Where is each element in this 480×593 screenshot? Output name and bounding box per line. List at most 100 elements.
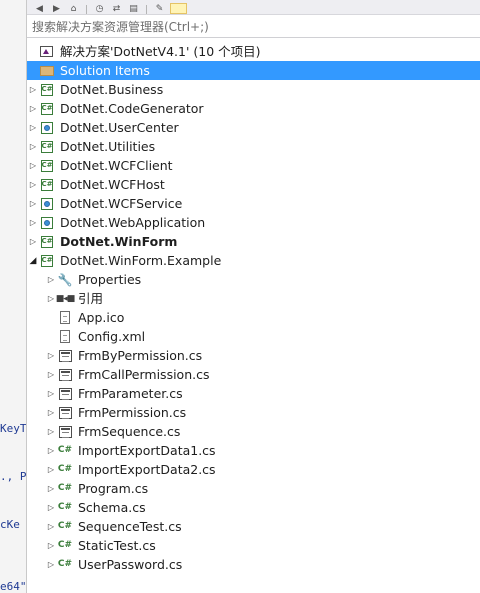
back-icon[interactable]: ◀ <box>33 4 46 14</box>
tree-item[interactable]: ◢ C# DotNet.WinForm.Example <box>27 251 480 270</box>
collapse-all-icon[interactable]: ▤ <box>127 4 140 14</box>
form-icon <box>57 424 73 440</box>
references-icon: ■◂■ <box>56 291 76 307</box>
expand-arrow-icon[interactable]: ▷ <box>45 517 57 536</box>
csharp-project-icon: C# <box>39 139 55 155</box>
forward-icon[interactable]: ▶ <box>50 4 63 14</box>
tree-item[interactable]: ▷ DotNet.WebApplication <box>27 213 480 232</box>
tree-item-label: FrmParameter.cs <box>78 386 183 401</box>
web-project-icon-glyph <box>41 216 53 229</box>
tree-item[interactable]: ▷ FrmByPermission.cs <box>27 346 480 365</box>
tree-item-label: DotNet.UserCenter <box>60 120 179 135</box>
expand-arrow-icon[interactable]: ▷ <box>45 346 57 365</box>
history-icon[interactable]: ◷ <box>93 4 106 14</box>
tree-item-label: DotNet.WebApplication <box>60 215 206 230</box>
expand-arrow-icon[interactable]: ▷ <box>27 175 39 194</box>
tree-item[interactable]: ▷ C# Schema.cs <box>27 498 480 517</box>
tree-item[interactable]: App.ico <box>27 308 480 327</box>
wrench-icon: 🔧 <box>57 272 73 288</box>
expand-arrow-icon[interactable]: ▷ <box>45 479 57 498</box>
preview-toggle-icon[interactable] <box>170 3 187 14</box>
tree-item[interactable]: Config.xml <box>27 327 480 346</box>
expand-arrow-icon[interactable]: ▷ <box>27 99 39 118</box>
expand-arrow-icon[interactable]: ▷ <box>45 460 57 479</box>
expand-arrow-icon[interactable]: ▷ <box>45 422 57 441</box>
solution-root[interactable]: 解决方案'DotNetV4.1' (10 个项目) <box>27 42 480 61</box>
expand-arrow-icon[interactable]: ▷ <box>27 137 39 156</box>
tree-item[interactable]: ▷ C# DotNet.WinForm <box>27 232 480 251</box>
expand-arrow-icon[interactable]: ▷ <box>45 384 57 403</box>
folder-icon <box>39 63 55 79</box>
form-icon-glyph <box>58 349 72 362</box>
collapse-arrow-icon[interactable]: ◢ <box>27 251 39 270</box>
tree-item-label: DotNet.CodeGenerator <box>60 101 204 116</box>
expand-arrow-icon[interactable]: ▷ <box>27 118 39 137</box>
home-icon[interactable]: ⌂ <box>67 4 80 14</box>
tree-item-label: Properties <box>78 272 142 287</box>
code-fragment: KeyT <box>0 422 27 435</box>
csharp-project-icon: C# <box>39 82 55 98</box>
tree-item-label: DotNet.WCFService <box>60 196 183 211</box>
tree-item[interactable]: ▷ C# DotNet.WCFHost <box>27 175 480 194</box>
expand-arrow-icon[interactable]: ▷ <box>45 270 57 289</box>
tree-item[interactable]: ▷ FrmPermission.cs <box>27 403 480 422</box>
solution-explorer-toolbar: ◀ ▶ ⌂ ◷ ⇄ ▤ ✎ <box>27 0 480 15</box>
tree-item-label: 引用 <box>78 291 104 306</box>
expand-arrow-icon[interactable]: ▷ <box>45 555 57 574</box>
csharp-file-icon-glyph: C# <box>57 483 73 493</box>
tree-item[interactable]: ▷ DotNet.UserCenter <box>27 118 480 137</box>
csharp-project-icon-glyph: C# <box>41 235 53 248</box>
tree-item[interactable]: ▷ C# DotNet.WCFClient <box>27 156 480 175</box>
tree-item[interactable]: ▷ C# SequenceTest.cs <box>27 517 480 536</box>
csharp-project-icon-glyph: C# <box>41 140 53 153</box>
tree-item-label: FrmCallPermission.cs <box>78 367 210 382</box>
form-icon <box>57 348 73 364</box>
tree-item[interactable]: ▷ C# DotNet.Utilities <box>27 137 480 156</box>
csharp-project-icon: C# <box>39 158 55 174</box>
tree-item[interactable]: ▷ C# DotNet.CodeGenerator <box>27 99 480 118</box>
form-icon-glyph <box>58 368 72 381</box>
tree-item-label: FrmByPermission.cs <box>78 348 203 363</box>
tree-item[interactable]: Solution Items <box>27 61 480 80</box>
tree-item[interactable]: ▷ C# Program.cs <box>27 479 480 498</box>
search-input[interactable]: 搜索解决方案资源管理器(Ctrl+;) <box>27 15 480 38</box>
csharp-file-icon: C# <box>57 481 73 497</box>
expand-arrow-icon[interactable]: ▷ <box>45 403 57 422</box>
tree-item-label: Schema.cs <box>78 500 146 515</box>
csharp-file-icon-glyph: C# <box>57 445 73 455</box>
tree-item[interactable]: ▷ C# UserPassword.cs <box>27 555 480 574</box>
expand-arrow-icon[interactable]: ▷ <box>45 498 57 517</box>
web-project-icon <box>39 196 55 212</box>
tree-item-label: DotNet.WCFHost <box>60 177 165 192</box>
tree-item[interactable]: ▷ FrmParameter.cs <box>27 384 480 403</box>
wrench-icon-glyph: 🔧 <box>57 272 73 287</box>
tree-item[interactable]: ▷ ■◂■ 引用 <box>27 289 480 308</box>
expand-arrow-icon[interactable]: ▷ <box>27 156 39 175</box>
tree-item[interactable]: ▷ C# ImportExportData2.cs <box>27 460 480 479</box>
tree-item[interactable]: ▷ C# StaticTest.cs <box>27 536 480 555</box>
expand-arrow-icon[interactable]: ▷ <box>27 80 39 99</box>
tree-rows: Solution Items ▷ C# DotNet.Business ▷ C# DotNe… <box>27 61 480 574</box>
tree-item[interactable]: ▷ 🔧 Properties <box>27 270 480 289</box>
tree-item[interactable]: ▷ FrmSequence.cs <box>27 422 480 441</box>
expand-arrow-icon[interactable]: ▷ <box>27 232 39 251</box>
csharp-file-icon-glyph: C# <box>57 521 73 531</box>
tree-item-label: DotNet.WCFClient <box>60 158 173 173</box>
expand-arrow-icon[interactable]: ▷ <box>45 536 57 555</box>
tree-item[interactable]: ▷ DotNet.WCFService <box>27 194 480 213</box>
web-project-icon-glyph <box>41 121 53 134</box>
tree-item[interactable]: ▷ FrmCallPermission.cs <box>27 365 480 384</box>
csharp-project-icon-glyph: C# <box>41 254 53 267</box>
tree-item[interactable]: ▷ C# DotNet.Business <box>27 80 480 99</box>
sync-icon[interactable]: ⇄ <box>110 4 123 14</box>
expand-arrow-icon[interactable]: ▷ <box>45 365 57 384</box>
csharp-project-icon: C# <box>39 177 55 193</box>
expand-arrow-icon[interactable]: ▷ <box>27 194 39 213</box>
csharp-file-icon-glyph: C# <box>57 559 73 569</box>
tree-item[interactable]: ▷ C# ImportExportData1.cs <box>27 441 480 460</box>
expand-arrow-icon[interactable]: ▷ <box>45 441 57 460</box>
tree-item-label: Config.xml <box>78 329 146 344</box>
properties-icon[interactable]: ✎ <box>153 4 166 14</box>
expand-arrow-icon[interactable]: ▷ <box>27 213 39 232</box>
csharp-project-icon: C# <box>39 234 55 250</box>
